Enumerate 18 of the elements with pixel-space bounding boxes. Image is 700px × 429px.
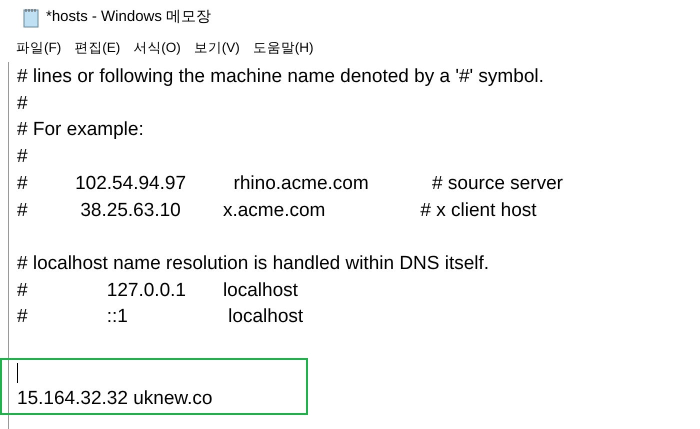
text-line: # lines or following the machine name denoted by a '#' symbol. [17, 65, 544, 90]
text-cursor [17, 362, 18, 383]
menu-item[interactable]: 서식(O) [133, 38, 181, 59]
text-line: # 127.0.0.1 localhost [17, 278, 298, 303]
notepad-icon [22, 8, 40, 28]
menu-item[interactable]: 도움말(H) [252, 38, 314, 59]
text-line: # [17, 145, 28, 170]
text-line: 15.164.32.32 uknew.co [17, 387, 212, 412]
text-line: # localhost name resolution is handled within DNS itself. [17, 252, 490, 276]
menu-item[interactable]: 보기(V) [194, 38, 240, 59]
text-line: # [17, 92, 28, 116]
menu-item[interactable]: 파일(F) [16, 38, 62, 59]
text-line: # For example: [17, 118, 144, 142]
text-line: # 38.25.63.10 x.acme.com # x client host [17, 198, 537, 223]
window-title: *hosts - Windows 메모장 [46, 7, 212, 28]
menu-item[interactable]: 편집(E) [74, 38, 120, 59]
text-line: # ::1 localhost [17, 305, 304, 330]
text-line: # 102.54.94.97 rhino.acme.com # source server [17, 172, 563, 196]
